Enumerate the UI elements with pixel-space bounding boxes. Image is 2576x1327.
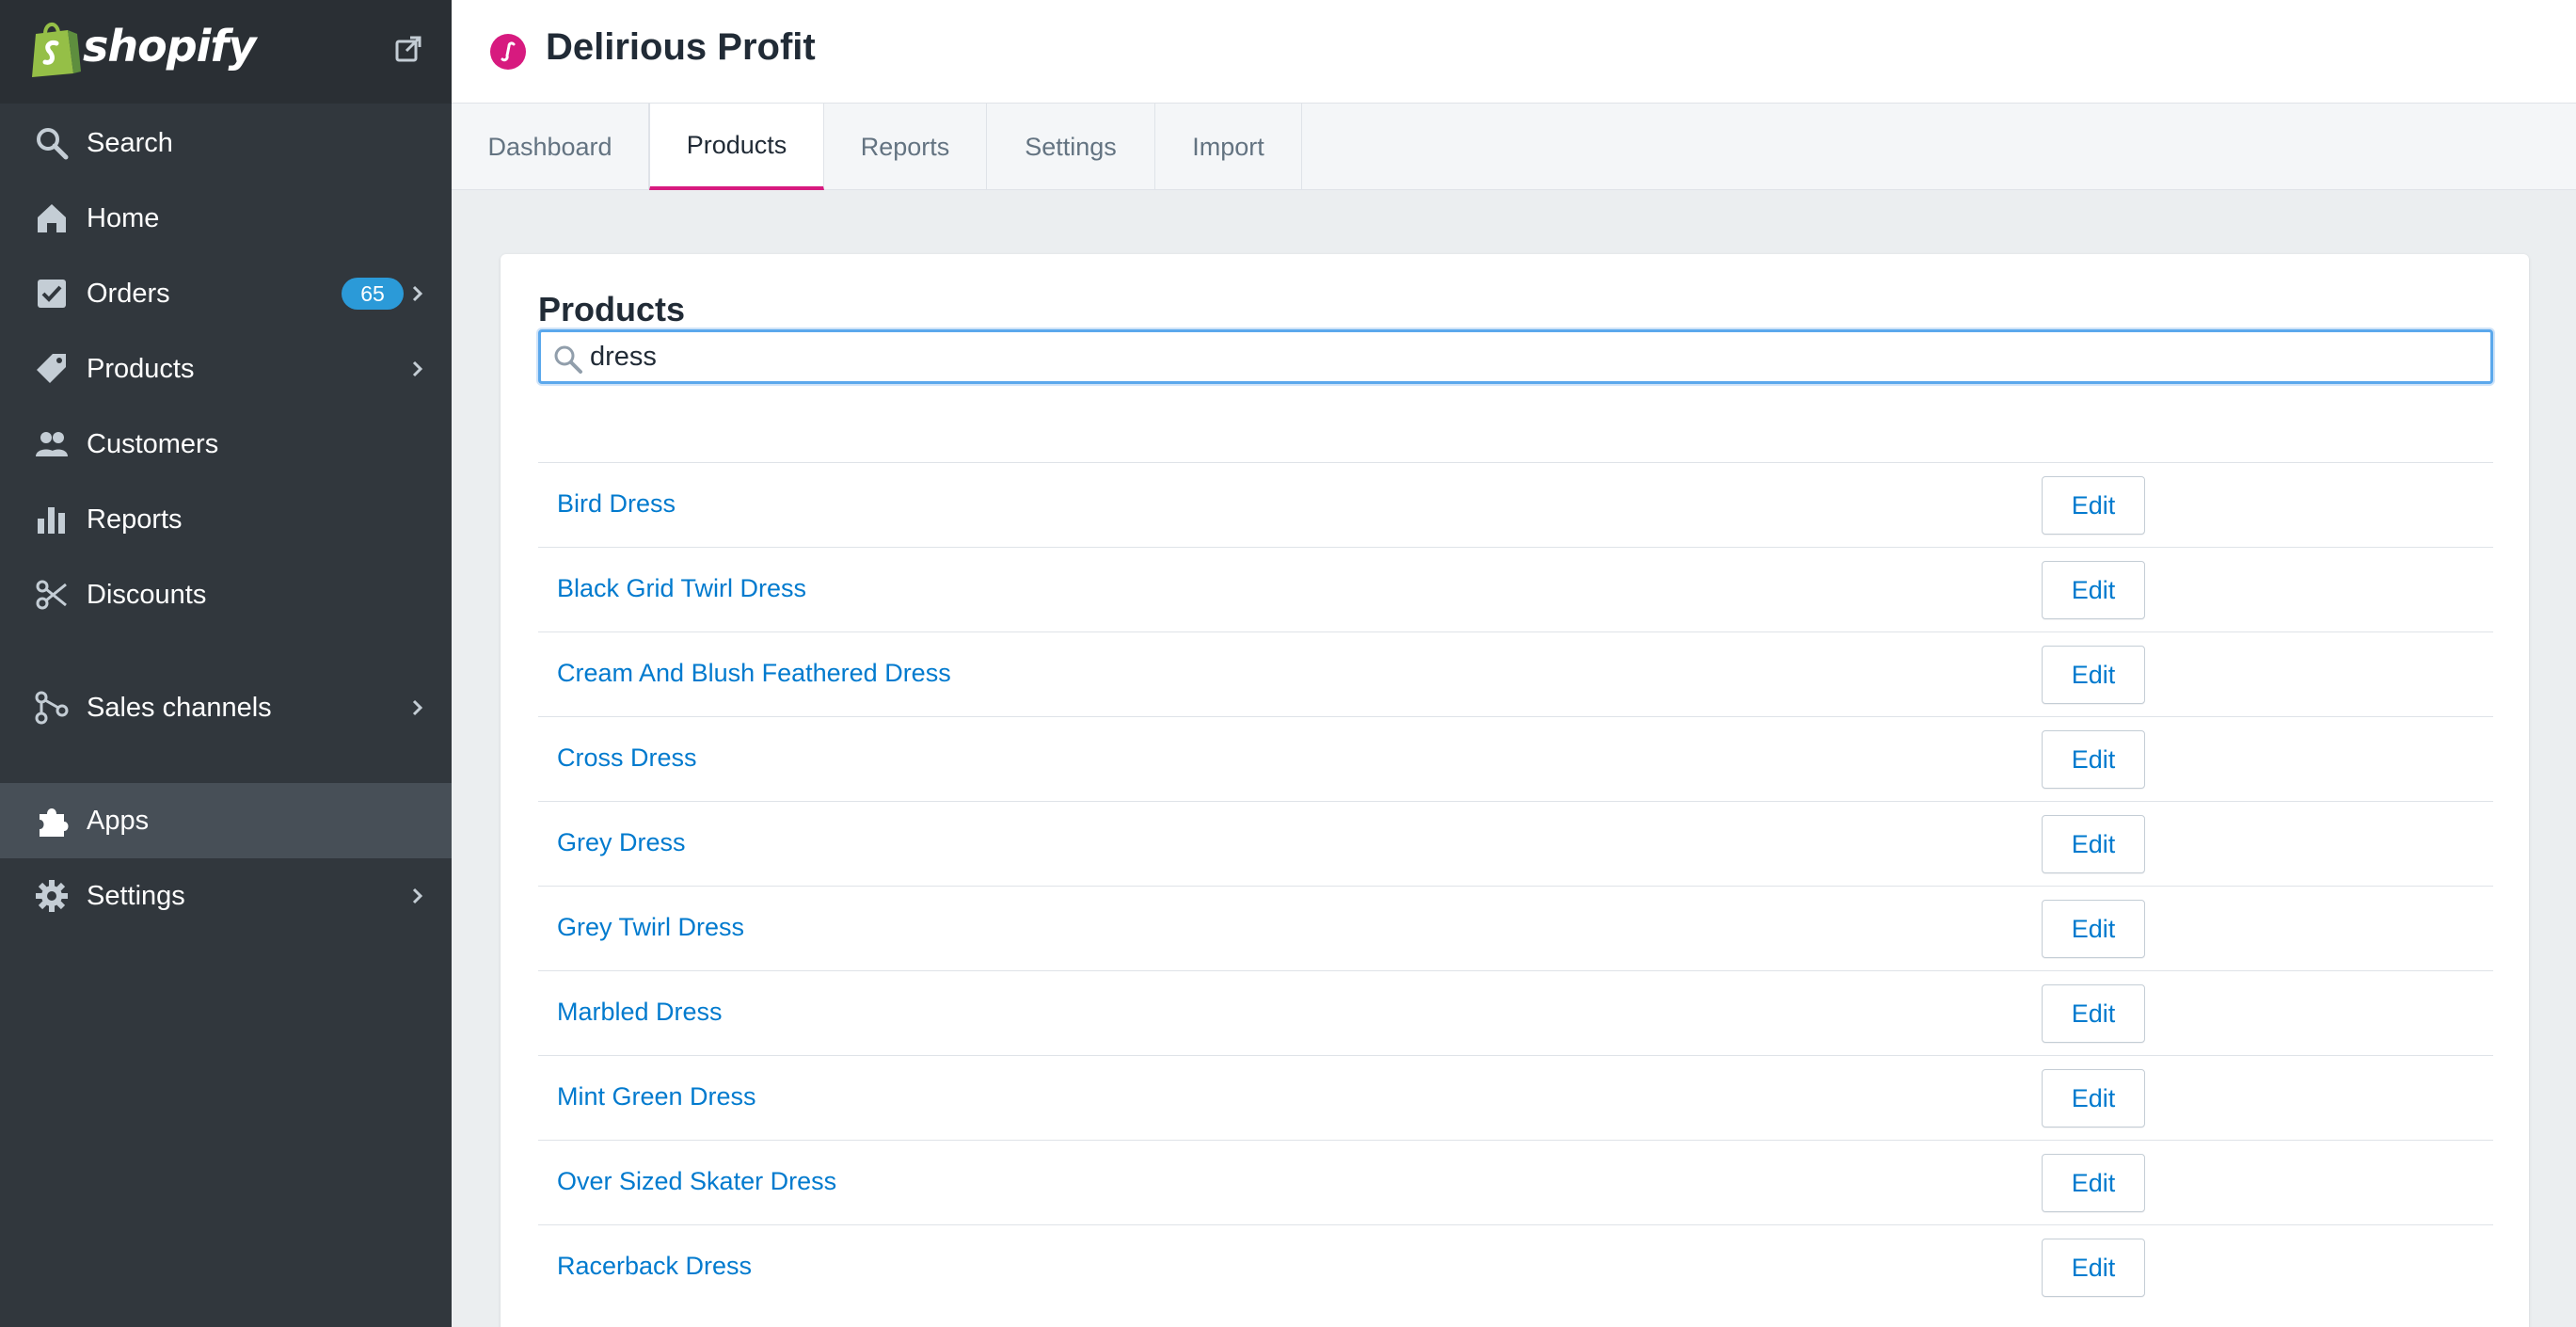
product-link[interactable]: Mint Green Dress (557, 1082, 756, 1111)
app-header: Delirious Profit (452, 0, 2576, 104)
product-link[interactable]: Marbled Dress (557, 998, 723, 1027)
search-input[interactable] (590, 336, 2472, 377)
product-link[interactable]: Cream And Blush Feathered Dress (557, 659, 951, 688)
sidebar-item-label: Reports (87, 504, 183, 535)
external-link-icon[interactable] (393, 34, 423, 64)
sidebar-item-orders[interactable]: Orders 65 (0, 256, 452, 331)
sidebar-item-sales-channels[interactable]: Sales channels (0, 670, 452, 745)
table-row: Over Sized Skater Dress Edit (538, 1140, 2493, 1224)
product-list: Bird Dress Edit Black Grid Twirl Dress Edit… (538, 462, 2493, 1309)
tab-dashboard[interactable]: Dashboard (452, 104, 649, 190)
sidebar-item-apps[interactable]: Apps (0, 783, 452, 858)
table-row: Cross Dress Edit (538, 716, 2493, 801)
product-link[interactable]: Black Grid Twirl Dress (557, 574, 806, 603)
search-icon (554, 345, 582, 374)
chevron-right-icon (412, 360, 423, 377)
sidebar-item-label: Customers (87, 428, 219, 459)
edit-button[interactable]: Edit (2042, 646, 2145, 704)
sidebar-item-settings[interactable]: Settings (0, 858, 452, 934)
app-logo-icon (490, 34, 526, 70)
sidebar-item-home[interactable]: Home (0, 181, 452, 256)
sidebar-item-label: Products (87, 353, 195, 384)
search-field[interactable] (538, 329, 2493, 384)
page-title: Delirious Profit (546, 26, 816, 68)
table-row: Bird Dress Edit (538, 462, 2493, 547)
shopify-wordmark: shopify (83, 21, 256, 72)
sidebar-item-search[interactable]: Search (0, 105, 452, 181)
sidebar-item-label: Settings (87, 880, 185, 911)
products-card: Products Bird DressEditBlack Grid Twirl … (501, 254, 2529, 1327)
edit-button[interactable]: Edit (2042, 561, 2145, 619)
product-link[interactable]: Over Sized Skater Dress (557, 1167, 836, 1196)
product-link[interactable]: Grey Dress (557, 828, 686, 857)
table-row: Black Grid Twirl Dress Edit (538, 547, 2493, 632)
product-link[interactable]: Bird Dress (557, 489, 676, 519)
edit-button[interactable]: Edit (2042, 730, 2145, 789)
chevron-right-icon (412, 699, 423, 716)
puzzle-icon (40, 808, 69, 837)
edit-button[interactable]: Edit (2042, 1154, 2145, 1212)
table-row: Cream And Blush Feathered Dress Edit (538, 632, 2493, 716)
orders-icon (38, 280, 66, 308)
product-link[interactable]: Cross Dress (557, 743, 697, 773)
table-row: Marbled Dress Edit (538, 970, 2493, 1055)
tab-bar: Dashboard Products Reports Settings Impo… (452, 104, 2576, 190)
tag-icon (37, 354, 66, 383)
edit-button[interactable]: Edit (2042, 1069, 2145, 1127)
sidebar-item-customers[interactable]: Customers (0, 407, 452, 482)
sidebar-item-reports[interactable]: Reports (0, 482, 452, 557)
card-title: Products (538, 290, 686, 328)
edit-button[interactable]: Edit (2042, 900, 2145, 958)
edit-button[interactable]: Edit (2042, 1239, 2145, 1297)
sidebar-header: shopify (0, 0, 452, 104)
edit-button[interactable]: Edit (2042, 476, 2145, 535)
app-root: shopify Search Home Orders 65 Products C… (0, 0, 2576, 1327)
chevron-right-icon (412, 887, 423, 904)
tab-settings[interactable]: Settings (987, 104, 1155, 190)
table-row: Grey Twirl Dress Edit (538, 886, 2493, 970)
sidebar-item-products[interactable]: Products (0, 331, 452, 407)
product-link[interactable]: Racerback Dress (557, 1252, 752, 1281)
sidebar-item-label: Discounts (87, 579, 207, 610)
home-icon (38, 204, 66, 232)
sales-channels-icon (35, 691, 69, 725)
tab-reports[interactable]: Reports (824, 104, 987, 190)
customers-icon (36, 432, 68, 456)
sidebar-item-label: Home (87, 202, 160, 233)
gear-icon (36, 880, 68, 912)
tab-import[interactable]: Import (1155, 104, 1302, 190)
sidebar-item-label: Search (87, 127, 173, 158)
sidebar-item-label: Orders (87, 278, 170, 309)
discount-icon (36, 580, 67, 610)
sidebar-item-label: Apps (87, 805, 150, 836)
sidebar: shopify Search Home Orders 65 Products C… (0, 0, 452, 1327)
search-icon (37, 128, 69, 160)
tab-products[interactable]: Products (649, 104, 824, 190)
orders-count-badge: 65 (342, 278, 404, 310)
product-link[interactable]: Grey Twirl Dress (557, 913, 744, 942)
table-row: Grey Dress Edit (538, 801, 2493, 886)
sidebar-item-label: Sales channels (87, 692, 272, 723)
edit-button[interactable]: Edit (2042, 815, 2145, 873)
table-row: Racerback Dress Edit (538, 1224, 2493, 1309)
bar-chart-icon (38, 507, 65, 534)
shopify-bag-icon[interactable] (26, 19, 83, 79)
edit-button[interactable]: Edit (2042, 984, 2145, 1043)
table-row: Mint Green Dress Edit (538, 1055, 2493, 1140)
sidebar-item-discounts[interactable]: Discounts (0, 557, 452, 632)
chevron-right-icon (412, 285, 423, 302)
